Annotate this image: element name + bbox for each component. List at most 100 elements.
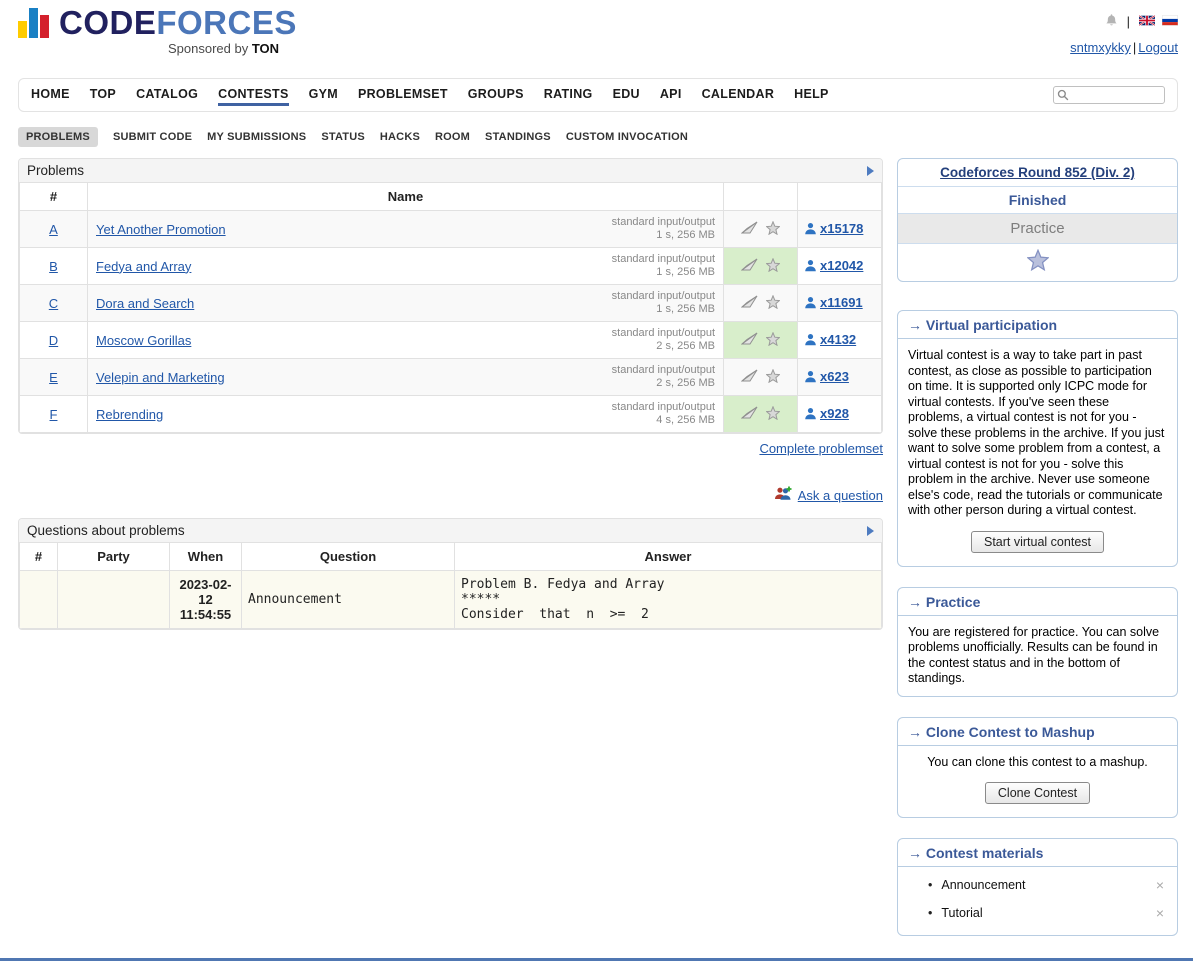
codeforces-logo[interactable]: CODEFORCES Sponsored by TON (18, 8, 297, 78)
favorite-star-icon[interactable] (766, 221, 780, 238)
subnav-item-custom-invocation[interactable]: CUSTOM INVOCATION (566, 131, 688, 143)
solved-count-link[interactable]: x11691 (804, 295, 863, 310)
main-nav: HOME TOP CATALOG CONTESTS GYM PROBLEMSET… (18, 78, 1178, 112)
questions-table: # Party When Question Answer 2023-02-12 … (19, 542, 882, 629)
submit-wing-icon[interactable] (741, 369, 758, 385)
favorite-star-icon[interactable] (766, 295, 780, 312)
problem-limits: standard input/output2 s, 256 MB (612, 327, 715, 353)
solved-count-link[interactable]: x623 (804, 369, 849, 384)
problem-index-link[interactable]: C (49, 296, 58, 311)
problems-table: # Name A Yet Another Promotion standard … (19, 182, 882, 433)
submit-wing-icon[interactable] (741, 221, 758, 237)
problem-limits: standard input/output1 s, 256 MB (612, 253, 715, 279)
ask-question-icon (774, 486, 792, 504)
subnav-item-room[interactable]: ROOM (435, 131, 470, 143)
favorite-star-icon[interactable] (766, 406, 780, 423)
ask-question-link[interactable]: Ask a question (798, 488, 883, 503)
contest-title-link[interactable]: Codeforces Round 852 (Div. 2) (898, 159, 1177, 186)
close-icon[interactable]: × (1156, 877, 1164, 893)
solved-count-link[interactable]: x12042 (804, 258, 863, 273)
problem-name-link[interactable]: Yet Another Promotion (96, 222, 226, 237)
person-icon (804, 260, 817, 275)
solved-count-link[interactable]: x15178 (804, 221, 863, 236)
nav-item-edu[interactable]: EDU (613, 85, 640, 106)
table-row: B Fedya and Array standard input/output1… (20, 248, 882, 285)
expand-arrow-icon[interactable] (867, 526, 874, 536)
logout-link[interactable]: Logout (1138, 40, 1178, 55)
problem-name-link[interactable]: Dora and Search (96, 296, 194, 311)
solved-count-link[interactable]: x928 (804, 406, 849, 421)
logo-bars-icon (18, 8, 51, 38)
header-right: | (1070, 8, 1178, 78)
contest-favorite-star-icon[interactable] (1027, 259, 1049, 274)
material-announcement-link[interactable]: Announcement (941, 878, 1155, 892)
username-link[interactable]: sntmxykky (1070, 40, 1131, 55)
virtual-participation-box: → Virtual participation Virtual contest … (897, 310, 1178, 567)
submit-wing-icon[interactable] (741, 332, 758, 348)
favorite-star-icon[interactable] (766, 369, 780, 386)
problems-caption: Problems (27, 163, 84, 178)
nav-item-top[interactable]: TOP (90, 85, 116, 106)
subnav-item-status[interactable]: STATUS (321, 131, 365, 143)
problem-name-link[interactable]: Velepin and Marketing (96, 370, 225, 385)
problem-name-link[interactable]: Fedya and Array (96, 259, 191, 274)
close-icon[interactable]: × (1156, 905, 1164, 921)
question-when: 2023-02-12 11:54:55 (170, 571, 242, 629)
problem-name-link[interactable]: Moscow Gorillas (96, 333, 191, 348)
flag-ru-icon[interactable] (1162, 14, 1178, 29)
subnav-item-submit-code[interactable]: SUBMIT CODE (113, 131, 192, 143)
sponsored-prefix: Sponsored by (168, 41, 252, 56)
nav-item-rating[interactable]: RATING (544, 85, 593, 106)
start-virtual-contest-button[interactable]: Start virtual contest (971, 531, 1104, 553)
col-header-num: # (20, 543, 58, 571)
table-row: D Moscow Gorillas standard input/output2… (20, 322, 882, 359)
sidebar: Codeforces Round 852 (Div. 2) Finished P… (897, 158, 1178, 956)
question-text: Announcement (242, 571, 455, 629)
clone-contest-box: → Clone Contest to Mashup You can clone … (897, 717, 1178, 819)
virtual-participation-text: Virtual contest is a way to take part in… (908, 348, 1167, 519)
clone-contest-button[interactable]: Clone Contest (985, 782, 1090, 804)
problem-index-link[interactable]: E (49, 370, 58, 385)
nav-item-api[interactable]: API (660, 85, 682, 106)
subnav-item-my-submissions[interactable]: MY SUBMISSIONS (207, 131, 306, 143)
subnav-item-hacks[interactable]: HACKS (380, 131, 420, 143)
nav-item-home[interactable]: HOME (31, 85, 70, 106)
table-row: C Dora and Search standard input/output1… (20, 285, 882, 322)
submit-wing-icon[interactable] (741, 406, 758, 422)
problem-index-link[interactable]: D (49, 333, 58, 348)
favorite-star-icon[interactable] (766, 258, 780, 275)
nav-item-contests[interactable]: CONTESTS (218, 85, 288, 106)
nav-item-calendar[interactable]: CALENDAR (702, 85, 775, 106)
nav-item-gym[interactable]: GYM (309, 85, 338, 106)
header: CODEFORCES Sponsored by TON | (18, 0, 1178, 78)
table-row: E Velepin and Marketing standard input/o… (20, 359, 882, 396)
flag-uk-icon[interactable] (1139, 14, 1155, 29)
question-num (20, 571, 58, 629)
question-party (58, 571, 170, 629)
material-tutorial-link[interactable]: Tutorial (941, 906, 1155, 920)
subnav-item-standings[interactable]: STANDINGS (485, 131, 551, 143)
problem-index-link[interactable]: F (50, 407, 58, 422)
logo-text-code: CODE (59, 4, 156, 41)
problem-name-link[interactable]: Rebrending (96, 407, 163, 422)
nav-item-help[interactable]: HELP (794, 85, 829, 106)
list-item: • Tutorial × (898, 899, 1177, 927)
solved-count-link[interactable]: x4132 (804, 332, 856, 347)
submit-wing-icon[interactable] (741, 258, 758, 274)
user-separator: | (1133, 40, 1136, 55)
expand-arrow-icon[interactable] (867, 166, 874, 176)
complete-problemset-link[interactable]: Complete problemset (759, 441, 883, 456)
problem-index-link[interactable]: A (49, 222, 58, 237)
search-input[interactable] (1053, 86, 1165, 104)
subnav-item-problems[interactable]: PROBLEMS (18, 127, 98, 147)
logo-text-forces: FORCES (156, 4, 297, 41)
nav-item-catalog[interactable]: CATALOG (136, 85, 198, 106)
submit-wing-icon[interactable] (741, 295, 758, 311)
bell-icon[interactable] (1105, 13, 1118, 30)
problem-index-link[interactable]: B (49, 259, 58, 274)
nav-item-groups[interactable]: GROUPS (468, 85, 524, 106)
favorite-star-icon[interactable] (766, 332, 780, 349)
bullet: • (928, 906, 932, 920)
sponsored-by-line: Sponsored by TON (168, 41, 297, 56)
nav-item-problemset[interactable]: PROBLEMSET (358, 85, 448, 106)
